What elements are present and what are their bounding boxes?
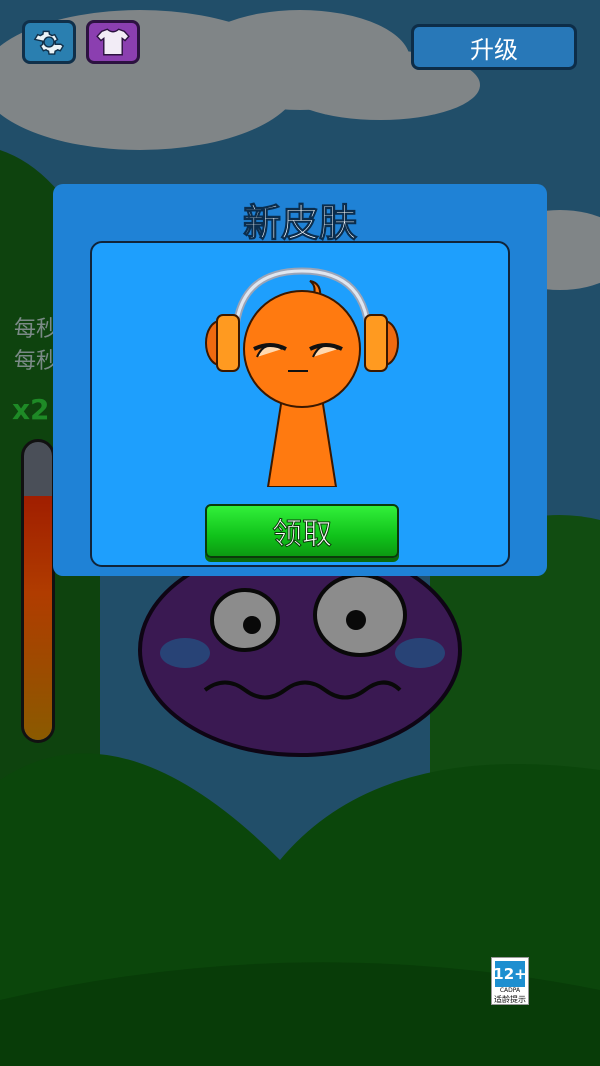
- age-rating-value: 12+: [493, 961, 527, 987]
- settings-button[interactable]: [22, 20, 76, 64]
- multiplier-label: x2: [12, 393, 50, 426]
- dialog-title: 新皮肤: [242, 201, 357, 246]
- stat-line-2: 每秒: [14, 349, 59, 374]
- skin-preview-panel: 领取: [90, 241, 510, 567]
- shirt-icon: [96, 28, 130, 56]
- stat-line-1: 每秒: [14, 317, 59, 342]
- claim-button[interactable]: 领取: [205, 504, 399, 558]
- age-rating-org: CADPA: [499, 987, 521, 994]
- age-rating-note: 适龄提示: [494, 995, 526, 1004]
- power-meter: [21, 439, 55, 743]
- skin-character: [205, 267, 399, 487]
- skin-button[interactable]: [86, 20, 140, 64]
- age-rating-badge[interactable]: 12+ CADPA 适龄提示: [491, 957, 529, 1005]
- power-meter-fill: [24, 495, 52, 740]
- upgrade-button[interactable]: 升级: [411, 24, 577, 70]
- new-skin-dialog: 新皮肤 领取: [53, 184, 547, 576]
- gear-icon: [33, 30, 65, 55]
